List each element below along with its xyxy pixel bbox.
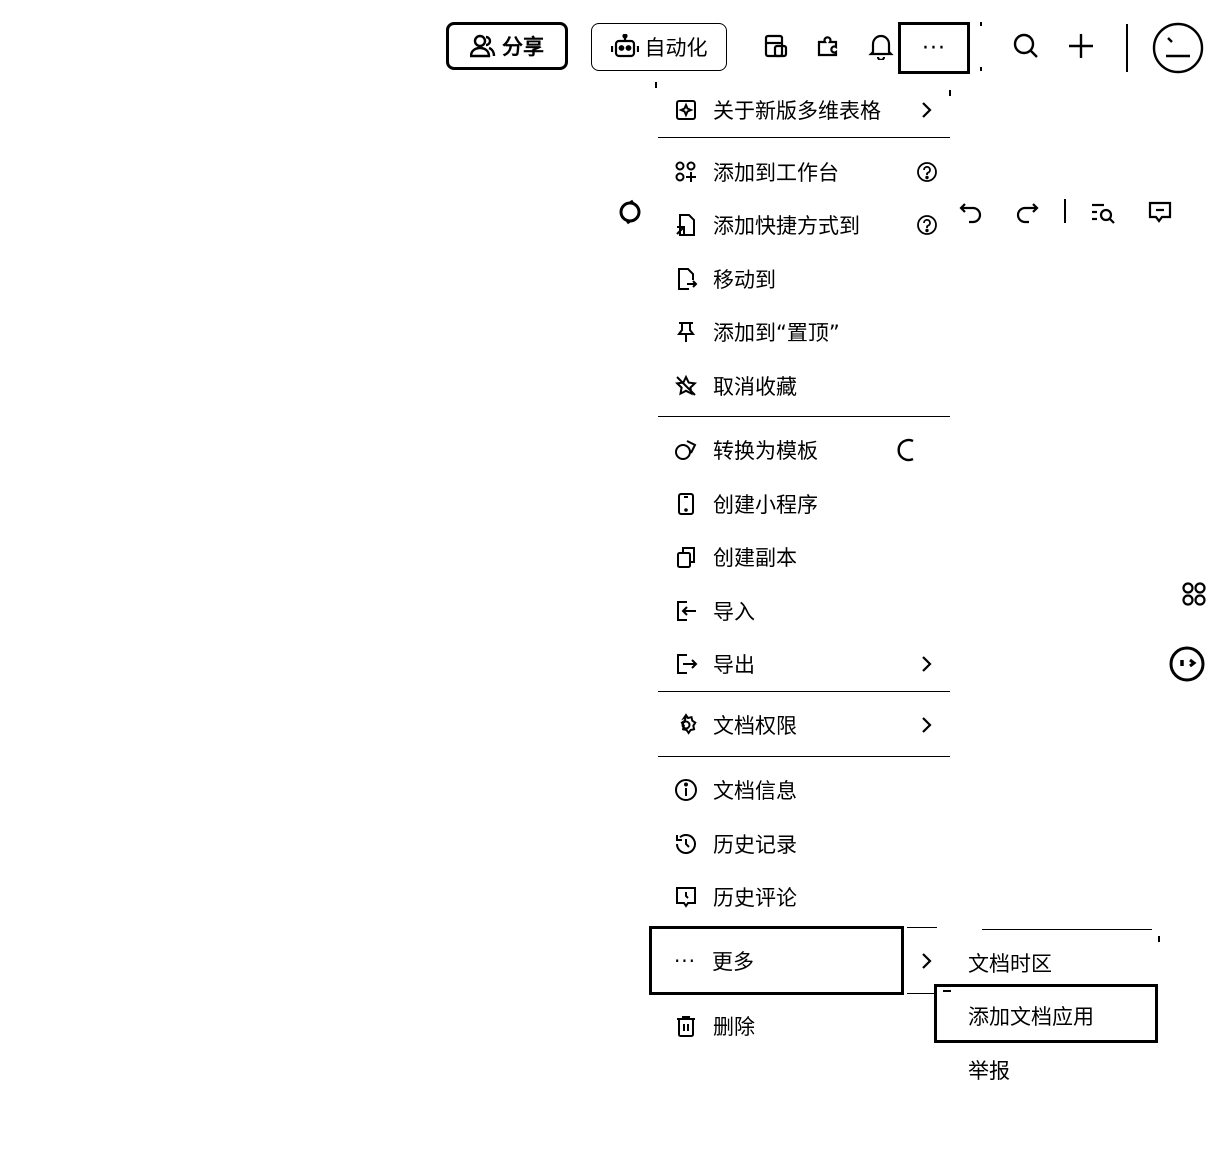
mobile-icon	[673, 491, 699, 517]
menu-divider	[907, 993, 937, 994]
chevron-right-icon	[914, 101, 938, 119]
menu-item-add-to-workbench[interactable]: 添加到工作台	[658, 152, 948, 192]
menu-item-label: 关于新版多维表格	[713, 99, 881, 123]
menu-item-history[interactable]: 历史记录	[658, 824, 948, 864]
menu-item-unstar[interactable]: 取消收藏	[658, 366, 948, 406]
shortcut-icon	[673, 212, 699, 238]
menu-item-label: 添加到“置顶”	[713, 321, 840, 345]
table-icon[interactable]	[760, 30, 792, 62]
automation-button[interactable]: 自动化	[591, 23, 727, 71]
new-version-icon	[673, 97, 699, 123]
help-icon[interactable]	[914, 161, 940, 183]
menu-divider	[907, 927, 937, 928]
comment-icon[interactable]	[1145, 197, 1175, 227]
menu-item-doc-permissions[interactable]: 文档权限	[658, 705, 948, 745]
more-icon: ···	[922, 35, 946, 61]
automation-label: 自动化	[644, 36, 708, 60]
menu-item-label: 添加到工作台	[713, 161, 839, 185]
plus-icon[interactable]	[1065, 30, 1097, 62]
menu-divider	[658, 691, 950, 692]
menu-corner	[655, 82, 657, 88]
menu-item-label: 历史记录	[713, 833, 797, 857]
menu-item-create-mini-program[interactable]: 创建小程序	[658, 484, 948, 524]
users-icon	[470, 34, 496, 58]
move-icon	[673, 266, 699, 292]
template-icon	[673, 437, 699, 463]
history-icon	[673, 831, 699, 857]
import-icon	[673, 598, 699, 624]
menu-item-label: 文档信息	[713, 779, 797, 803]
undo-icon[interactable]	[956, 197, 986, 227]
submenu-item-add-doc-app-label[interactable]: 添加文档应用	[968, 1001, 1094, 1031]
menu-item-label: 添加快捷方式到	[713, 214, 860, 238]
chevron-right-icon	[914, 655, 938, 673]
menu-item-add-shortcut[interactable]: 添加快捷方式到	[658, 205, 948, 245]
menu-corner	[949, 90, 951, 96]
menu-item-about-new-version[interactable]: 关于新版多维表格	[658, 90, 948, 130]
unstar-icon	[673, 373, 699, 399]
menu-item-create-copy[interactable]: 创建副本	[658, 537, 948, 577]
submenu-item-doc-timezone[interactable]: 文档时区	[968, 948, 1052, 978]
divider	[980, 67, 982, 71]
menu-item-import[interactable]: 导入	[658, 591, 948, 631]
avatar[interactable]	[1152, 22, 1204, 74]
assistant-icon[interactable]	[1168, 645, 1206, 683]
menu-item-label: 取消收藏	[713, 375, 797, 399]
divider	[1064, 199, 1066, 223]
export-icon	[673, 651, 699, 677]
search-icon[interactable]	[1010, 30, 1042, 62]
info-icon	[673, 777, 699, 803]
trash-icon	[673, 1013, 699, 1039]
more-button[interactable]: ···	[898, 22, 970, 74]
chevron-right-icon	[914, 716, 938, 734]
menu-item-label: 删除	[713, 1015, 755, 1039]
ellipsis-icon: ···	[673, 948, 697, 973]
sync-icon[interactable]	[615, 197, 645, 227]
menu-item-label: 转换为模板	[713, 439, 818, 463]
menu-divider	[658, 416, 950, 417]
help-icon[interactable]	[914, 214, 940, 236]
divider	[980, 22, 982, 26]
menu-item-label: 导出	[713, 653, 755, 677]
menu-item-label: 移动到	[713, 268, 776, 292]
submenu-item-report[interactable]: 举报	[968, 1055, 1010, 1085]
find-icon[interactable]	[1088, 197, 1118, 227]
menu-item-more[interactable]: ··· 更多	[649, 926, 904, 995]
share-label: 分享	[502, 35, 544, 59]
bell-icon[interactable]	[865, 30, 897, 62]
divider	[1126, 24, 1128, 72]
menu-item-export[interactable]: 导出	[658, 644, 948, 684]
menu-item-label: 创建小程序	[713, 493, 818, 517]
share-button[interactable]: 分享	[446, 22, 568, 70]
submenu-border	[982, 929, 1152, 930]
apps-icon[interactable]	[1177, 577, 1211, 611]
more-menu: 关于新版多维表格 添加到工作台 添加快捷方式到 移动到 添加到“置顶” 取消收藏…	[655, 82, 951, 1062]
plugin-icon[interactable]	[812, 30, 844, 62]
pin-icon	[673, 319, 699, 345]
menu-item-comment-history[interactable]: 历史评论	[658, 877, 948, 917]
menu-divider	[658, 137, 950, 138]
menu-item-label: 创建副本	[713, 546, 797, 570]
menu-item-doc-info[interactable]: 文档信息	[658, 770, 948, 810]
copy-icon	[673, 544, 699, 570]
loading-spinner-icon	[894, 438, 918, 462]
menu-item-label: 文档权限	[713, 714, 797, 738]
menu-item-label: 历史评论	[713, 886, 797, 910]
gear-icon	[673, 712, 699, 738]
menu-item-label: 更多	[712, 949, 754, 974]
menu-divider	[658, 756, 950, 757]
workbench-icon	[673, 159, 699, 185]
menu-item-convert-to-template[interactable]: 转换为模板	[658, 430, 948, 470]
robot-icon	[610, 34, 639, 60]
menu-corner	[1158, 936, 1160, 942]
redo-icon[interactable]	[1012, 197, 1042, 227]
menu-item-delete[interactable]: 删除	[658, 1006, 948, 1046]
menu-item-label: 导入	[713, 600, 755, 624]
menu-item-move-to[interactable]: 移动到	[658, 259, 948, 299]
menu-item-pin-to-top[interactable]: 添加到“置顶”	[658, 312, 948, 352]
comment-history-icon	[673, 884, 699, 910]
